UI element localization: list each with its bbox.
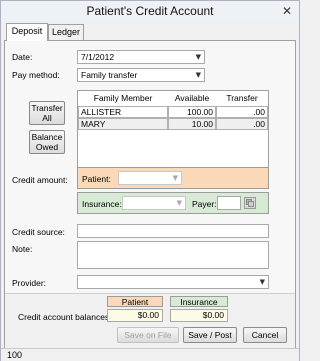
cancel-button[interactable]: Cancel xyxy=(243,327,287,343)
transfer-input[interactable]: .00 xyxy=(216,106,268,118)
patient-label: Patient: xyxy=(82,174,111,184)
provider-select[interactable]: ▼ xyxy=(77,275,269,289)
column-header-available: Available xyxy=(174,93,210,103)
chevron-down-icon: ▼ xyxy=(176,199,182,207)
credit-account-window: Patient's Credit Account ✕ Deposit Ledge… xyxy=(0,0,300,361)
chevron-down-icon: ▼ xyxy=(195,71,201,79)
member-cell: ALLISTER xyxy=(78,106,168,118)
credit-source-label: Credit source: xyxy=(12,227,65,237)
tab-deposit[interactable]: Deposit xyxy=(6,23,48,41)
payer-lookup-icon[interactable] xyxy=(244,197,256,209)
status-text: 100 xyxy=(7,350,23,360)
chevron-down-icon: ▼ xyxy=(259,278,265,286)
transfer-all-button[interactable]: Transfer All xyxy=(29,101,65,125)
provider-label: Provider: xyxy=(12,278,47,288)
date-field[interactable]: 7/1/2012 ▼ xyxy=(77,50,205,64)
credit-source-field[interactable] xyxy=(77,224,269,238)
chevron-down-icon: ▼ xyxy=(195,53,201,61)
credit-balances-label: Credit account balances: xyxy=(18,312,112,322)
note-label: Note: xyxy=(12,244,33,254)
insurance-amount-select[interactable]: ▼ xyxy=(122,196,186,210)
status-bar: 100 xyxy=(1,348,299,361)
tab-ledger[interactable]: Ledger xyxy=(48,24,84,40)
insurance-label: Insurance: xyxy=(82,199,122,209)
date-value: 7/1/2012 xyxy=(81,52,115,62)
credit-amount-label: Credit amount: xyxy=(12,175,68,185)
table-row[interactable]: MARY 10.00 .00 xyxy=(78,118,268,130)
patient-credit-section: Patient: ▼ xyxy=(77,167,269,189)
insurance-credit-section: Insurance: ▼ Payer: xyxy=(77,192,269,214)
save-on-file-button[interactable]: Save on File xyxy=(117,327,179,343)
title-bar: Patient's Credit Account ✕ xyxy=(1,1,299,21)
patient-amount-select[interactable]: ▼ xyxy=(118,171,182,185)
insurance-balance-value: $0.00 xyxy=(170,309,228,322)
family-transfer-table: Family Member Available Transfer ALLISTE… xyxy=(77,90,269,172)
transfer-input[interactable]: .00 xyxy=(216,118,268,130)
close-icon[interactable]: ✕ xyxy=(279,4,295,18)
pay-method-value: Family transfer xyxy=(81,70,138,80)
member-cell: MARY xyxy=(78,118,168,130)
pay-method-label: Pay method: xyxy=(12,70,60,80)
note-textarea[interactable] xyxy=(77,241,269,269)
balance-owed-button[interactable]: Balance Owed xyxy=(29,130,65,154)
chevron-down-icon: ▼ xyxy=(172,174,178,182)
column-header-family-member: Family Member xyxy=(93,93,153,103)
balances-section: Patient Insurance Credit account balance… xyxy=(5,293,295,348)
insurance-balance-header: Insurance xyxy=(170,296,228,307)
save-post-button[interactable]: Save / Post xyxy=(183,327,237,343)
patient-balance-header: Patient xyxy=(107,296,163,307)
table-row[interactable]: ALLISTER 100.00 .00 xyxy=(78,106,268,118)
deposit-panel: Date: 7/1/2012 ▼ Pay method: Family tran… xyxy=(4,40,296,348)
available-cell: 10.00 xyxy=(168,118,216,130)
column-header-transfer: Transfer xyxy=(226,93,258,103)
date-label: Date: xyxy=(12,52,33,62)
available-cell: 100.00 xyxy=(168,106,216,118)
patient-balance-value: $0.00 xyxy=(107,309,163,322)
payer-label: Payer: xyxy=(192,199,217,209)
window-title: Patient's Credit Account xyxy=(86,4,214,18)
pay-method-select[interactable]: Family transfer ▼ xyxy=(77,68,205,82)
payer-field[interactable] xyxy=(217,196,241,210)
